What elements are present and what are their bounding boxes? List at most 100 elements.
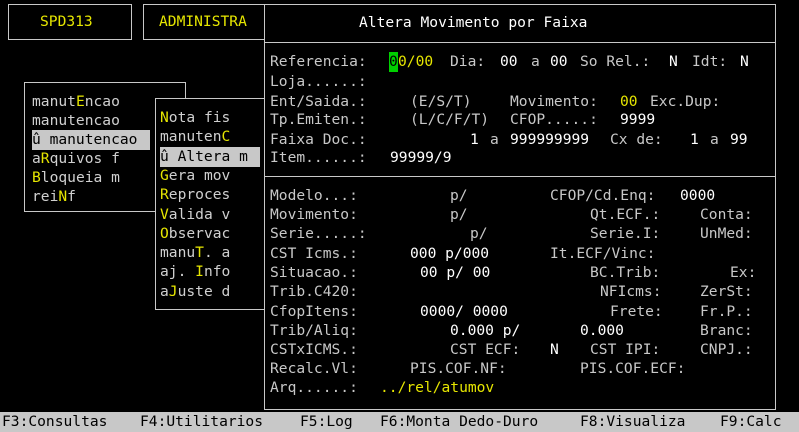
sub-menu-item[interactable]: Valida v [160, 205, 230, 225]
cfop-label: CFOP.....: [510, 111, 598, 128]
left-menu-item[interactable]: û manutencao [32, 130, 150, 150]
referencia-cursor[interactable]: 0 [389, 52, 398, 72]
menu-hotkey: R [160, 186, 169, 204]
system-id: SPD313 [40, 13, 93, 30]
modelo-label: Modelo...: [270, 187, 358, 204]
menu-item-text: nfo [203, 263, 231, 281]
fkey-f6[interactable]: F6:Monta Dedo-Duro [380, 412, 538, 432]
dia-from-input[interactable]: 00 [500, 52, 518, 72]
pis-cof-nf-label: PIS.COF.NF: [410, 360, 507, 377]
cx-to-input[interactable]: 99 [730, 130, 748, 150]
referencia-input[interactable]: 0/00 [398, 52, 433, 72]
menu-hotkey: R [40, 150, 50, 167]
idt-label: Idt: [692, 53, 728, 70]
it-ecf-vinc-label: It.ECF/Vinc: [550, 245, 656, 262]
sub-menu-item[interactable]: Observac [160, 224, 230, 244]
serie-input[interactable]: p/ [470, 224, 488, 244]
exc-dup-label: Exc.Dup: [650, 93, 721, 110]
menu-hotkey: J [168, 282, 178, 300]
item-label: Item......: [270, 149, 367, 166]
faixa-doc-from-input[interactable]: 1 [470, 130, 479, 150]
cfop-cd-enq-label: CFOP/Cd.Enq: [550, 187, 656, 204]
trib-aliq-input-2[interactable]: 0.000 [580, 321, 624, 341]
idt-input[interactable]: N [740, 52, 749, 72]
sub-menu-item[interactable]: Reproces [160, 185, 230, 205]
conta-label: Conta: [700, 206, 753, 223]
serie-label: Serie.....: [270, 225, 367, 242]
menu-item-text: a [160, 282, 169, 300]
qt-ecf-label: Qt.ECF.: [590, 206, 661, 223]
cst-icms-input[interactable]: 000 p/000 [410, 244, 489, 264]
tp-emiten-hint: (L/C/F/T) [410, 111, 490, 128]
ex-label: Ex: [730, 264, 757, 281]
sub-menu-item[interactable]: Gera mov [160, 166, 230, 186]
module-title: ADMINISTRA [159, 13, 247, 30]
loja-label: Loja......: [270, 73, 367, 90]
menu-item-text: û Altera m [160, 147, 248, 165]
ent-saida-hint: (E/S/T) [410, 93, 472, 110]
menu-item-text: eproces [168, 186, 231, 204]
nficms-label: NFIcms: [600, 283, 662, 300]
menu-hotkey: I [195, 263, 204, 281]
ent-saida-label: Ent/Saida.: [270, 93, 367, 110]
sub-menu-item[interactable]: aj. Info [160, 262, 230, 282]
function-key-bar: F3:Consultas F4:Utilitarios F5:Log F6:Mo… [0, 412, 799, 432]
arq-input[interactable]: ../rel/atumov [380, 378, 494, 398]
zerst-label: ZerSt: [700, 283, 753, 300]
bc-trib-label: BC.Trib: [590, 264, 661, 281]
dia-to-input[interactable]: 00 [550, 52, 568, 72]
sub-menu-item[interactable]: aJuste d [160, 282, 230, 302]
fkey-f8[interactable]: F8:Visualiza [580, 412, 685, 432]
menu-item-text: ncao [84, 93, 120, 110]
serie-i-label: Serie.I: [590, 225, 661, 242]
title-separator [264, 42, 775, 43]
left-menu-item[interactable]: manutEncao [32, 92, 120, 112]
trib-aliq-input[interactable]: 0.000 p/ [450, 321, 520, 341]
menu-hotkey: T [195, 244, 204, 262]
sub-menu-item[interactable]: manuT. a [160, 243, 230, 263]
menu-item-text: a [32, 150, 41, 167]
situacao-input[interactable]: 00 p/ 00 [420, 263, 490, 283]
menu-item-text: û manutencao [32, 131, 138, 148]
movimento-label: Movimento: [510, 93, 598, 110]
movimento-input[interactable]: 00 [620, 92, 638, 112]
cx-from-input[interactable]: 1 [690, 130, 699, 150]
frete-label: Frete: [610, 303, 663, 320]
unmed-label: UnMed: [700, 225, 753, 242]
modelo-input[interactable]: p/ [450, 186, 468, 206]
fkey-f5[interactable]: F5:Log [300, 412, 353, 432]
sub-menu-item[interactable]: manutenC [160, 127, 230, 147]
menu-item-text: manut [32, 93, 76, 110]
cfopitens-input[interactable]: 0000/ 0000 [420, 302, 508, 322]
movimento2-input[interactable]: p/ [450, 205, 468, 225]
sub-menu-item[interactable]: Nota fis [160, 108, 230, 128]
cst-ecf-label: CST ECF: [450, 341, 521, 358]
sub-menu-item[interactable]: û Altera m [160, 146, 260, 167]
cst-ipi-label: CST IPI: [590, 341, 661, 358]
cfop-cd-enq-input[interactable]: 0000 [680, 186, 715, 206]
left-menu-item[interactable]: Bloqueia m [32, 168, 120, 188]
fr-p-label: Fr.P.: [700, 303, 753, 320]
cx-de-label: Cx de: [610, 131, 663, 148]
faixa-doc-label: Faixa Doc.: [270, 131, 367, 148]
faixa-doc-to-input[interactable]: 999999999 [510, 130, 589, 150]
menu-hotkey: O [160, 224, 169, 242]
left-menu-item[interactable]: aRquivos f [32, 149, 120, 169]
cfop-input[interactable]: 9999 [620, 110, 655, 130]
fkey-f4[interactable]: F4:Utilitarios [140, 412, 263, 432]
fkey-f3[interactable]: F3:Consultas [2, 412, 107, 432]
faixa-doc-a-label: a [490, 131, 499, 148]
menu-item-text: rei [32, 188, 59, 205]
so-rel-input[interactable]: N [669, 52, 678, 72]
tp-emiten-label: Tp.Emiten.: [270, 111, 367, 128]
menu-hotkey: V [160, 205, 169, 223]
dia-a-label: a [531, 53, 540, 70]
cst-ecf-input[interactable]: N [550, 340, 559, 360]
menu-item-text: . a [203, 244, 231, 262]
left-menu-item[interactable]: manutencao [32, 111, 120, 131]
fkey-f9[interactable]: F9:Calc [720, 412, 782, 432]
left-menu-item[interactable]: reiNf [32, 187, 76, 207]
cst-icms-label: CST Icms.: [270, 245, 358, 262]
item-input[interactable]: 99999/9 [390, 148, 452, 168]
cstxicms-label: CSTxICMS.: [270, 341, 358, 358]
